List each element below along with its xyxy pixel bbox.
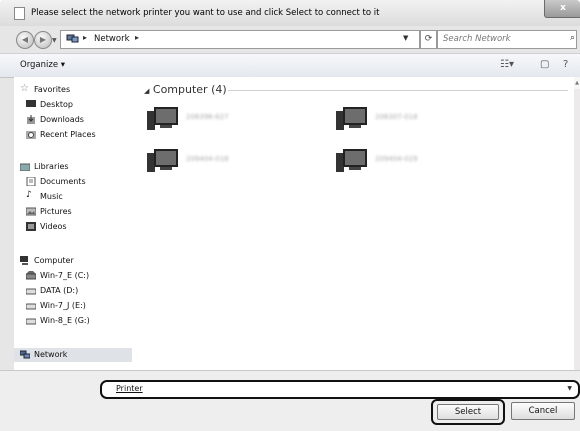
sidebar-item-label: Computer <box>34 256 74 265</box>
libraries-icon <box>20 163 30 171</box>
sidebar-item-drive-c[interactable]: Win-7_E (C:) <box>14 269 132 283</box>
sidebar-item-label: Videos <box>40 222 67 231</box>
network-icon <box>66 34 79 43</box>
breadcrumb-network[interactable]: Network <box>94 34 130 44</box>
select-button-highlight: Select <box>431 399 505 425</box>
file-list: ◢ Computer (4) 208396-627 208307-018 209… <box>136 77 574 370</box>
sidebar-item-videos[interactable]: Videos <box>14 220 132 234</box>
system-drive-icon <box>26 271 36 280</box>
network-computer-item[interactable]: 209404-018 <box>146 145 306 175</box>
group-header[interactable]: ◢ Computer (4) <box>144 83 227 96</box>
drive-icon <box>26 318 36 325</box>
document-icon <box>14 7 25 20</box>
computer-name: 209404-029 <box>375 155 418 163</box>
address-row: ◀ ▶ ▼ ▸ Network ▸ ▼ ⟳ Search Network ⌕ <box>0 26 580 52</box>
sidebar-item-label: Music <box>40 192 63 201</box>
network-computer-item[interactable]: 208396-627 <box>146 103 306 133</box>
recent-places-icon <box>26 131 36 139</box>
help-icon[interactable]: ? <box>563 59 568 70</box>
sidebar-item-drive-g[interactable]: Win-8_E (G:) <box>14 314 132 328</box>
sidebar-item-drive-d[interactable]: DATA (D:) <box>14 284 132 298</box>
recent-pages-dropdown[interactable]: ▼ <box>52 37 57 44</box>
search-icon[interactable]: ⌕ <box>570 33 575 43</box>
collapse-group-icon[interactable]: ◢ <box>144 87 149 95</box>
desktop-icon <box>26 100 36 107</box>
sidebar-item-recent-places[interactable]: Recent Places <box>14 128 132 142</box>
breadcrumb-separator[interactable]: ▸ <box>135 33 139 42</box>
group-divider <box>228 90 568 91</box>
sidebar-item-network[interactable]: Network <box>14 348 132 362</box>
select-button[interactable]: Select <box>437 404 499 420</box>
sidebar-item-downloads[interactable]: Downloads <box>14 113 132 127</box>
sidebar-item-label: DATA (D:) <box>40 286 79 295</box>
address-bar[interactable]: ▸ Network ▸ ▼ <box>60 30 420 49</box>
downloads-icon <box>27 115 35 124</box>
group-header-label: Computer (4) <box>152 83 227 96</box>
scroll-up-button[interactable]: ▲ <box>574 77 580 89</box>
computer-name: 208396-627 <box>186 113 229 121</box>
sidebar-item-label: Desktop <box>40 100 73 109</box>
back-button[interactable]: ◀ <box>16 31 34 49</box>
cancel-button[interactable]: Cancel <box>511 402 575 420</box>
sidebar-item-libraries[interactable]: Libraries <box>14 160 132 174</box>
search-placeholder: Search Network <box>443 34 511 44</box>
sidebar-item-label: Win-7_E (C:) <box>40 271 90 280</box>
sidebar-item-label: Network <box>34 350 68 359</box>
window-title: Please select the network printer you wa… <box>31 8 380 18</box>
music-icon: ♪ <box>26 190 32 200</box>
close-button[interactable]: x <box>544 0 580 18</box>
sidebar-item-documents[interactable]: Documents <box>14 175 132 189</box>
computer-name: 208307-018 <box>375 113 418 121</box>
computer-icon <box>336 149 367 172</box>
sidebar-item-label: Win-8_E (G:) <box>40 316 90 325</box>
breadcrumb-separator[interactable]: ▸ <box>83 33 87 42</box>
printer-label: Printer <box>116 384 143 393</box>
refresh-button[interactable]: ⟳ <box>420 30 437 49</box>
pictures-icon <box>26 207 36 216</box>
chevron-down-icon[interactable]: ▼ <box>567 385 572 392</box>
command-bar: Organize ▾ ☷▾ ▢ ? <box>0 53 580 78</box>
sidebar-item-computer[interactable]: Computer <box>14 254 132 268</box>
organize-button[interactable]: Organize ▾ <box>20 60 65 70</box>
sidebar-item-pictures[interactable]: Pictures <box>14 205 132 219</box>
videos-icon <box>26 222 36 231</box>
computer-icon <box>147 149 178 172</box>
sidebar-item-label: Recent Places <box>40 130 96 139</box>
computer-icon <box>336 107 367 130</box>
sidebar-item-label: Win-7_J (E:) <box>40 301 86 310</box>
computer-name: 209404-018 <box>186 155 229 163</box>
network-computer-item[interactable]: 208307-018 <box>335 103 495 133</box>
sidebar-item-label: Favorites <box>34 85 71 94</box>
network-computer-item[interactable]: 209404-029 <box>335 145 495 175</box>
preview-pane-icon[interactable]: ▢ <box>540 59 549 70</box>
sidebar-item-desktop[interactable]: Desktop <box>14 98 132 112</box>
address-dropdown-icon[interactable]: ▼ <box>403 34 408 42</box>
sidebar-item-label: Documents <box>40 177 86 186</box>
navigation-pane: ☆ Favorites Desktop Downloads Recent Pla… <box>14 77 132 370</box>
search-input[interactable]: Search Network ⌕ <box>437 30 577 49</box>
sidebar-item-drive-e[interactable]: Win-7_J (E:) <box>14 299 132 313</box>
vertical-scrollbar[interactable]: ▲ <box>574 77 580 370</box>
documents-icon <box>26 177 36 186</box>
sidebar-item-music[interactable]: ♪ Music <box>14 190 132 204</box>
dialog-footer: Printer ▼ Select Cancel <box>0 370 580 431</box>
drive-icon <box>26 288 36 295</box>
drive-icon <box>26 303 36 310</box>
sidebar-item-label: Libraries <box>34 162 69 171</box>
sidebar-item-label: Pictures <box>40 207 72 216</box>
computer-icon <box>147 107 178 130</box>
computer-icon <box>20 256 28 265</box>
sidebar-item-favorites[interactable]: ☆ Favorites <box>14 83 132 97</box>
network-icon <box>20 350 30 359</box>
title-bar: Please select the network printer you wa… <box>0 0 580 26</box>
forward-button[interactable]: ▶ <box>34 31 52 49</box>
sidebar-item-label: Downloads <box>40 115 84 124</box>
printer-field[interactable]: Printer ▼ <box>100 380 580 399</box>
select-printer-dialog: Please select the network printer you wa… <box>0 0 580 431</box>
star-icon: ☆ <box>20 83 29 94</box>
view-options-icon[interactable]: ☷▾ <box>500 59 514 70</box>
